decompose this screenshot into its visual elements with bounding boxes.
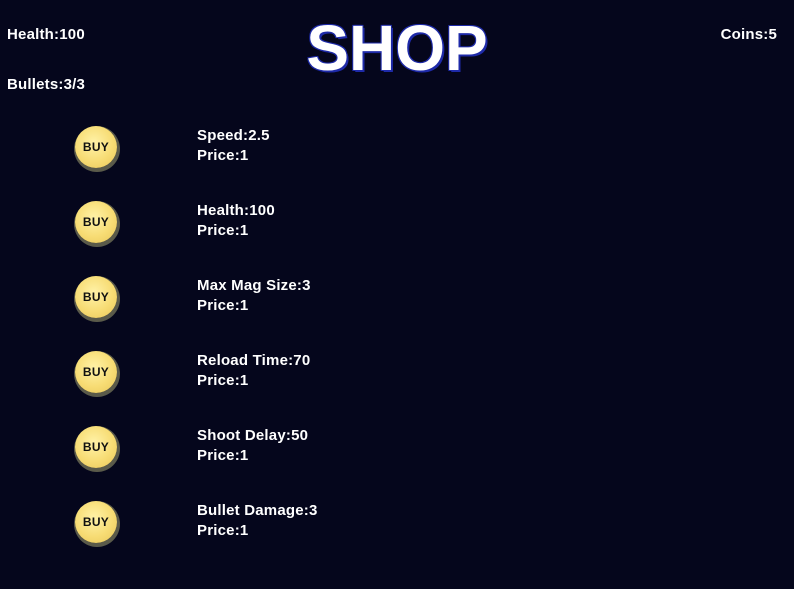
item-info: Shoot Delay:50 Price:1 <box>197 426 308 466</box>
buy-button-label: BUY <box>82 440 110 454</box>
item-price: Price:1 <box>197 522 249 539</box>
item-info: Health:100 Price:1 <box>197 201 275 241</box>
item-stat: Bullet Damage:3 <box>197 502 318 519</box>
item-info: Bullet Damage:3 Price:1 <box>197 501 318 541</box>
buy-button-label: BUY <box>82 515 110 529</box>
buy-reload-time-button[interactable]: BUY <box>75 351 117 393</box>
shop-item-max-mag-size: BUY Max Mag Size:3 Price:1 <box>0 276 794 336</box>
shop-item-health: BUY Health:100 Price:1 <box>0 201 794 261</box>
buy-speed-button[interactable]: BUY <box>75 126 117 168</box>
item-stat: Speed:2.5 <box>197 127 270 144</box>
item-price: Price:1 <box>197 447 249 464</box>
buy-button-label: BUY <box>82 290 110 304</box>
buy-health-button[interactable]: BUY <box>75 201 117 243</box>
buy-shoot-delay-button[interactable]: BUY <box>75 426 117 468</box>
shop-item-shoot-delay: BUY Shoot Delay:50 Price:1 <box>0 426 794 486</box>
item-info: Speed:2.5 Price:1 <box>197 126 270 166</box>
shop-item-speed: BUY Speed:2.5 Price:1 <box>0 126 794 186</box>
item-price: Price:1 <box>197 297 249 314</box>
shop-item-bullet-damage: BUY Bullet Damage:3 Price:1 <box>0 501 794 561</box>
shop-title: SHOP <box>306 12 488 84</box>
item-price: Price:1 <box>197 147 249 164</box>
item-info: Max Mag Size:3 Price:1 <box>197 276 311 316</box>
buy-button-label: BUY <box>82 215 110 229</box>
item-price: Price:1 <box>197 222 249 239</box>
item-stat: Shoot Delay:50 <box>197 427 309 444</box>
buy-max-mag-size-button[interactable]: BUY <box>75 276 117 318</box>
item-price: Price:1 <box>197 372 249 389</box>
item-stat: Max Mag Size:3 <box>197 277 311 294</box>
item-stat: Reload Time:70 <box>197 352 311 369</box>
shop-item-reload-time: BUY Reload Time:70 Price:1 <box>0 351 794 411</box>
buy-button-label: BUY <box>82 140 110 154</box>
item-stat: Health:100 <box>197 202 275 219</box>
buy-bullet-damage-button[interactable]: BUY <box>75 501 117 543</box>
buy-button-label: BUY <box>82 365 110 379</box>
item-info: Reload Time:70 Price:1 <box>197 351 310 391</box>
